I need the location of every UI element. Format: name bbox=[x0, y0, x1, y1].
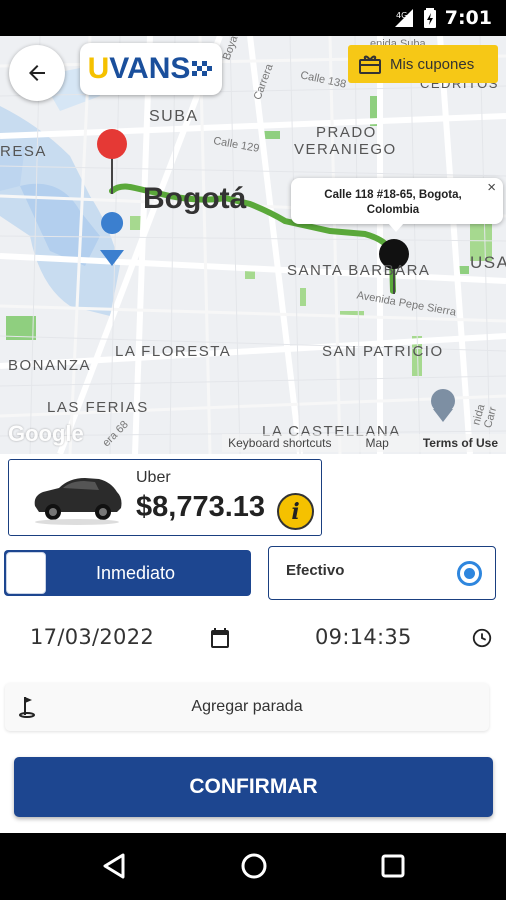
vehicle-price: $8,773.13 bbox=[136, 491, 266, 523]
nav-back-icon[interactable] bbox=[101, 852, 127, 880]
add-stop-label: Agregar parada bbox=[191, 698, 303, 715]
origin-pin-icon bbox=[97, 129, 127, 159]
keyboard-shortcuts-link[interactable]: Keyboard shortcuts bbox=[228, 436, 331, 450]
status-bar: 4G 7:01 bbox=[0, 0, 506, 36]
map-label-bonanza: BONANZA bbox=[8, 357, 92, 374]
add-stop-button[interactable]: Agregar parada bbox=[5, 683, 489, 731]
map-label-usa: USA bbox=[470, 253, 506, 272]
map-label-prado: PRADO bbox=[316, 124, 377, 141]
back-button[interactable] bbox=[9, 45, 65, 101]
map-label-san-patricio: SAN PATRICIO bbox=[322, 343, 444, 360]
confirm-button[interactable]: CONFIRMAR bbox=[14, 757, 493, 817]
calendar-icon[interactable] bbox=[208, 626, 232, 650]
battery-icon bbox=[423, 8, 436, 28]
map-view[interactable]: SUBA Bogotá PRADO VERANIEGO SANTA BARBAR… bbox=[0, 36, 506, 454]
vehicle-name: Uber bbox=[136, 469, 171, 486]
map-label-las-ferias: LAS FERIAS bbox=[47, 399, 149, 416]
nav-recents-icon[interactable] bbox=[381, 854, 405, 878]
info-window-tail bbox=[388, 223, 404, 232]
logo-vans: VANS bbox=[109, 52, 191, 85]
toggle-label: Inmediato bbox=[96, 563, 176, 583]
close-icon[interactable]: × bbox=[487, 180, 496, 195]
map-label-santa-barbara: SANTA BARBARA bbox=[287, 262, 431, 279]
map-label-bogota: Bogotá bbox=[143, 182, 247, 215]
checkered-flag-icon bbox=[192, 61, 213, 76]
clock-time: 7:01 bbox=[444, 7, 492, 29]
map-data-link[interactable]: Map bbox=[366, 436, 389, 450]
map-label-veraniego: VERANIEGO bbox=[294, 141, 397, 158]
status-icons: 4G 7:01 bbox=[393, 0, 492, 36]
signal-icon: 4G bbox=[394, 9, 413, 27]
payment-label: Efectivo bbox=[286, 562, 345, 579]
arrow-left-icon bbox=[29, 65, 45, 81]
radio-selected-dot bbox=[464, 568, 475, 579]
map-label-resa: RESA bbox=[0, 143, 47, 160]
svg-text:4G: 4G bbox=[396, 11, 407, 20]
date-field[interactable]: 17/03/2022 bbox=[30, 625, 154, 649]
clock-icon[interactable] bbox=[471, 627, 493, 649]
info-icon[interactable]: i bbox=[277, 493, 314, 530]
google-logo: Google bbox=[8, 421, 84, 446]
map-label-la-floresta: LA FLORESTA bbox=[115, 343, 232, 360]
coupons-button[interactable]: Mis cupones bbox=[348, 45, 498, 83]
car-image bbox=[34, 478, 122, 525]
map-label-suba: SUBA bbox=[149, 108, 199, 125]
map-footer: Keyboard shortcuts Map Terms of Use bbox=[222, 434, 506, 452]
navigation-bar bbox=[0, 833, 506, 900]
uvans-logo: U VANS bbox=[80, 43, 222, 95]
address-info-window: Calle 118 #18-65, Bogota, Colombia × bbox=[291, 178, 503, 224]
toggle-knob bbox=[6, 552, 46, 594]
address-text: Calle 118 #18-65, Bogota, Colombia bbox=[324, 189, 462, 216]
gift-card-icon bbox=[359, 55, 381, 74]
immediate-toggle[interactable]: Inmediato bbox=[4, 550, 251, 596]
payment-option-cash[interactable]: Efectivo bbox=[268, 546, 496, 600]
terms-of-use-link[interactable]: Terms of Use bbox=[423, 436, 498, 450]
cash-radio[interactable] bbox=[457, 561, 482, 586]
time-field[interactable]: 09:14:35 bbox=[315, 625, 412, 649]
vehicle-card[interactable]: Uber $8,773.13 bbox=[8, 459, 322, 536]
nav-home-icon[interactable] bbox=[240, 852, 268, 880]
coupons-label: Mis cupones bbox=[390, 55, 475, 73]
logo-u: U bbox=[87, 52, 110, 85]
map-background bbox=[0, 36, 506, 454]
